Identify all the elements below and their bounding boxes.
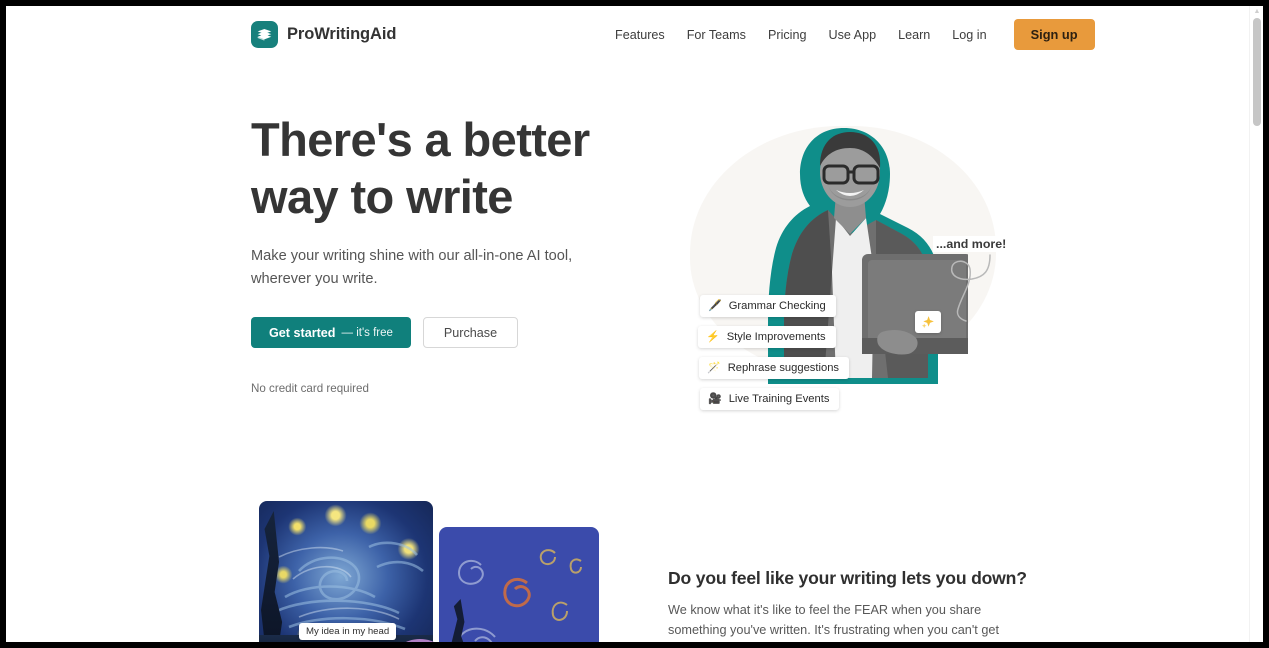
purchase-button[interactable]: Purchase bbox=[422, 317, 519, 348]
browser-viewport: ProWritingAid Features For Teams Pricing… bbox=[6, 6, 1263, 642]
nav-item-use-app[interactable]: Use App bbox=[817, 28, 887, 42]
swirl-brushstrokes bbox=[276, 541, 424, 631]
brand-logo-link[interactable]: ProWritingAid bbox=[251, 21, 396, 48]
hero-copy: There's a better way to write Make your … bbox=[251, 111, 651, 395]
feature-chip-rephrase-suggestions: 🪄 Rephrase suggestions bbox=[699, 357, 850, 379]
section-two-body: We know what it's like to feel the FEAR … bbox=[668, 603, 999, 637]
movie-camera-icon: 🎥 bbox=[708, 392, 722, 405]
vertical-scrollbar[interactable]: ▲ bbox=[1249, 6, 1263, 642]
nav-item-features[interactable]: Features bbox=[604, 28, 676, 42]
feature-chip-label: Live Training Events bbox=[728, 393, 830, 405]
nav-item-for-teams[interactable]: For Teams bbox=[676, 28, 757, 42]
idea-vs-reality-illustration: My idea in my head bbox=[251, 501, 601, 642]
feature-chip-label: Grammar Checking bbox=[728, 300, 826, 312]
hero-illustration: ...and more! 🖋️ Grammar Checking ⚡ Style… bbox=[668, 108, 1018, 438]
sign-up-button[interactable]: Sign up bbox=[1013, 19, 1095, 50]
primary-nav: Features For Teams Pricing Use App Learn… bbox=[604, 6, 1095, 63]
and-more-label: ...and more! bbox=[933, 236, 1010, 252]
section-two-title: Do you feel like your writing lets you d… bbox=[668, 568, 1027, 588]
nav-item-pricing[interactable]: Pricing bbox=[757, 28, 818, 42]
scrollbar-thumb[interactable] bbox=[1253, 18, 1261, 126]
brand-name: ProWritingAid bbox=[287, 25, 397, 43]
starry-night-painting bbox=[259, 501, 433, 642]
hero-title: There's a better way to write bbox=[251, 113, 590, 223]
feature-chip-style-improvements: ⚡ Style Improvements bbox=[698, 326, 836, 348]
feature-chip-live-training-events: 🎥 Live Training Events bbox=[700, 388, 840, 410]
site-header: ProWritingAid Features For Teams Pricing… bbox=[6, 6, 1249, 63]
idea-caption: My idea in my head bbox=[299, 623, 397, 640]
magic-wand-icon: 🪄 bbox=[707, 361, 721, 374]
pointer-squiggle-icon bbox=[950, 254, 991, 322]
feature-chip-label: Rephrase suggestions bbox=[727, 362, 840, 374]
plain-redrawn-version bbox=[439, 527, 599, 642]
sparkles-icon bbox=[915, 311, 941, 333]
person-with-laptop-photo bbox=[784, 132, 968, 378]
nav-item-learn[interactable]: Learn bbox=[887, 28, 941, 42]
feature-chip-grammar-checking: 🖋️ Grammar Checking bbox=[700, 295, 836, 317]
scroll-up-arrow-icon[interactable]: ▲ bbox=[1253, 8, 1261, 16]
feature-chip-label: Style Improvements bbox=[726, 331, 826, 343]
no-credit-card-note: No credit card required bbox=[251, 382, 369, 395]
hero-subtitle: Make your writing shine with our all-in-… bbox=[251, 248, 573, 287]
writing-lets-you-down-section: My idea in my head Do you feel like your… bbox=[6, 483, 1249, 642]
fountain-pen-icon: 🖋️ bbox=[708, 299, 722, 312]
nav-item-log-in[interactable]: Log in bbox=[941, 28, 997, 42]
webpage-content: ProWritingAid Features For Teams Pricing… bbox=[6, 6, 1249, 642]
book-pages-icon bbox=[251, 21, 278, 48]
get-started-button[interactable]: Get started — it's free bbox=[251, 317, 411, 348]
hero-cta-row: Get started — it's free Purchase bbox=[251, 317, 651, 348]
section-two-copy: Do you feel like your writing lets you d… bbox=[668, 568, 1027, 642]
lightning-bolt-icon: ⚡ bbox=[706, 330, 720, 343]
get-started-suffix: — it's free bbox=[341, 326, 393, 339]
hero-section: There's a better way to write Make your … bbox=[6, 63, 1249, 483]
get-started-label: Get started bbox=[269, 325, 336, 340]
